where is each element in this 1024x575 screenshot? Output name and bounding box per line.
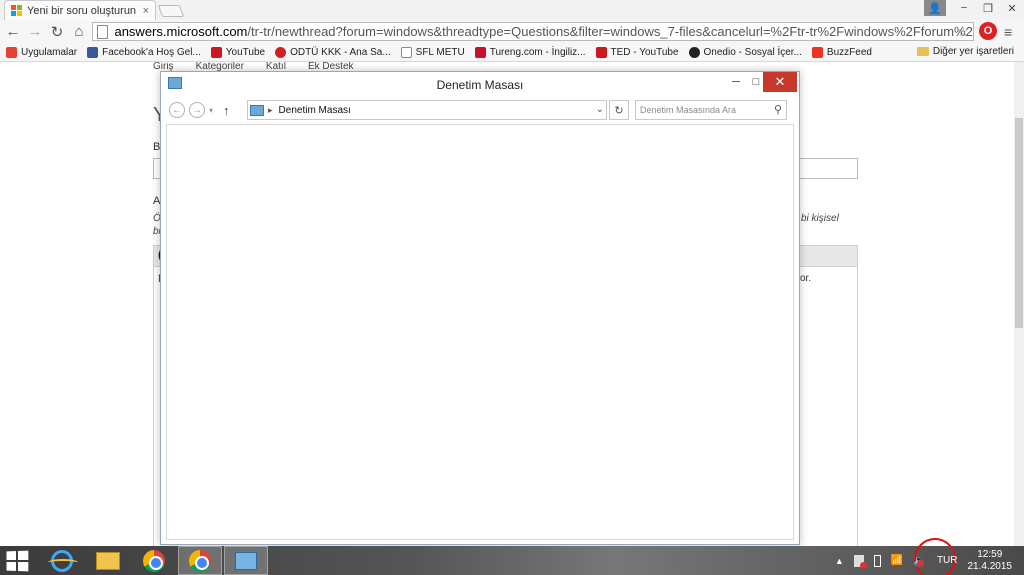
bookmark-ted-youtube[interactable]: TED - YouTube	[595, 46, 679, 58]
tab-close-icon[interactable]: ×	[143, 5, 149, 17]
window-title: Denetim Masası	[436, 78, 524, 92]
taskbar-chrome-active[interactable]	[178, 546, 222, 575]
opera-icon	[275, 46, 287, 58]
bookmark-sfl-metu[interactable]: SFL METU	[400, 46, 465, 58]
user-profile-icon[interactable]: 👤	[924, 0, 946, 16]
up-arrow-icon[interactable]: ↑	[223, 103, 230, 118]
forward-arrow-icon[interactable]: →	[189, 102, 205, 118]
browser-toolbar: ← → ↻ ⌂ answers.microsoft.com/tr-tr/newt…	[0, 20, 1024, 43]
control-panel-content	[166, 124, 794, 540]
bookmark-tureng[interactable]: Tureng.com - İngiliz...	[474, 46, 586, 58]
bookmark-star-icon[interactable]: ☆	[956, 23, 969, 40]
bookmark-youtube[interactable]: YouTube	[210, 46, 265, 58]
help-text-right: bi kişisel	[801, 213, 839, 224]
youtube-icon	[595, 46, 607, 58]
control-panel-window: Denetim Masası ─ □ ✕ ← → ▾ ↑ ▸ Denetim M…	[160, 71, 800, 545]
page-scrollbar[interactable]	[1014, 62, 1024, 546]
volume-muted-icon[interactable]: 🔈	[913, 554, 927, 567]
chrome-icon	[189, 549, 211, 572]
recent-locations-dropdown-icon[interactable]: ▾	[209, 106, 213, 115]
taskbar-chrome[interactable]	[132, 546, 176, 575]
clock-time: 12:59	[977, 548, 1003, 560]
onedio-icon	[688, 46, 700, 58]
opera-extension-icon[interactable]: O	[979, 22, 997, 40]
restore-button[interactable]: ❐	[976, 0, 1000, 16]
bookmark-buzzfeed[interactable]: BuzzFeed	[811, 46, 872, 58]
page-icon	[400, 46, 412, 58]
bookmark-onedio[interactable]: Onedio - Sosyal İçer...	[688, 46, 802, 58]
refresh-icon[interactable]: ↻	[609, 100, 629, 120]
browser-tab[interactable]: Yeni bir soru oluşturun ve ×	[4, 0, 156, 20]
network-icon[interactable]: 📶	[891, 555, 903, 566]
search-icon[interactable]: ⚲	[774, 103, 782, 116]
close-button[interactable]: ✕	[1000, 0, 1024, 16]
taskbar-control-panel[interactable]	[224, 546, 268, 575]
search-input[interactable]	[640, 105, 766, 115]
tureng-icon	[474, 46, 486, 58]
input-language[interactable]: TUR	[937, 555, 958, 566]
reload-icon[interactable]: ↻	[46, 21, 68, 43]
home-icon[interactable]: ⌂	[68, 21, 90, 43]
bookmarks-bar: Uygulamalar Facebook'a Hoş Gel... YouTub…	[0, 43, 1024, 62]
internet-explorer-icon	[48, 549, 78, 572]
taskbar-file-explorer[interactable]	[86, 546, 130, 575]
clock[interactable]: 12:59 21.4.2015	[968, 549, 1013, 573]
window-titlebar[interactable]: Denetim Masası ─ □ ✕	[161, 72, 799, 98]
address-bar[interactable]: answers.microsoft.com/tr-tr/newthread?fo…	[92, 22, 974, 41]
tab-title: Yeni bir soru oluşturun ve	[27, 4, 139, 17]
battery-icon[interactable]	[873, 554, 881, 567]
browser-tab-strip: Yeni bir soru oluşturun ve × 👤 − ❐ ✕	[0, 0, 1024, 20]
buzzfeed-icon	[811, 46, 823, 58]
window-minimize-button[interactable]: ─	[725, 72, 747, 92]
bookmark-odtu-kkk[interactable]: ODTÜ KKK - Ana Sa...	[275, 46, 391, 58]
system-tray: ▲ 📶 🔈 TUR 12:59 21.4.2015	[835, 546, 1024, 575]
breadcrumb[interactable]: Denetim Masası	[279, 105, 351, 116]
facebook-icon	[87, 46, 99, 58]
explorer-address-bar[interactable]: ▸ Denetim Masası ⌄	[247, 100, 607, 120]
action-center-flag-icon[interactable]	[853, 554, 867, 569]
page-icon	[97, 24, 109, 39]
back-arrow-icon[interactable]: ←	[169, 102, 185, 118]
folder-icon	[916, 47, 929, 56]
bookmark-apps[interactable]: Uygulamalar	[6, 46, 77, 58]
breadcrumb-separator-icon[interactable]: ▸	[268, 105, 273, 116]
scrollbar-thumb[interactable]	[1015, 118, 1023, 328]
url-text: answers.microsoft.com/tr-tr/newthread?fo…	[114, 24, 973, 39]
other-bookmarks[interactable]: Diğer yer işaretleri	[916, 46, 1014, 57]
taskbar: ▲ 📶 🔈 TUR 12:59 21.4.2015	[0, 538, 1024, 575]
control-panel-icon	[250, 104, 264, 116]
taskbar-internet-explorer[interactable]	[40, 546, 84, 575]
editor-text-right: or.	[800, 273, 812, 284]
youtube-icon	[210, 46, 222, 58]
explorer-nav-buttons: ← → ▾ ↑	[169, 99, 230, 121]
chrome-icon	[143, 549, 165, 572]
apps-icon	[6, 46, 17, 58]
forward-arrow-icon[interactable]: →	[24, 21, 46, 43]
bookmark-facebook[interactable]: Facebook'a Hoş Gel...	[87, 46, 201, 58]
control-panel-icon	[235, 551, 257, 570]
search-box[interactable]: ⚲	[635, 100, 787, 120]
show-hidden-icons-icon[interactable]: ▲	[835, 556, 844, 566]
start-button[interactable]	[6, 550, 29, 572]
back-arrow-icon[interactable]: ←	[2, 21, 24, 43]
window-close-button[interactable]: ✕	[763, 72, 797, 92]
chevron-down-icon[interactable]: ⌄	[596, 104, 604, 115]
clock-date: 21.4.2015	[967, 560, 1013, 572]
menu-icon[interactable]: ≡	[1004, 24, 1012, 40]
window-controls: 👤 − ❐ ✕	[924, 0, 1024, 16]
microsoft-logo-icon	[11, 5, 22, 16]
new-tab-button[interactable]	[157, 5, 185, 17]
minimize-button[interactable]: −	[952, 0, 976, 16]
file-explorer-icon	[96, 551, 120, 570]
